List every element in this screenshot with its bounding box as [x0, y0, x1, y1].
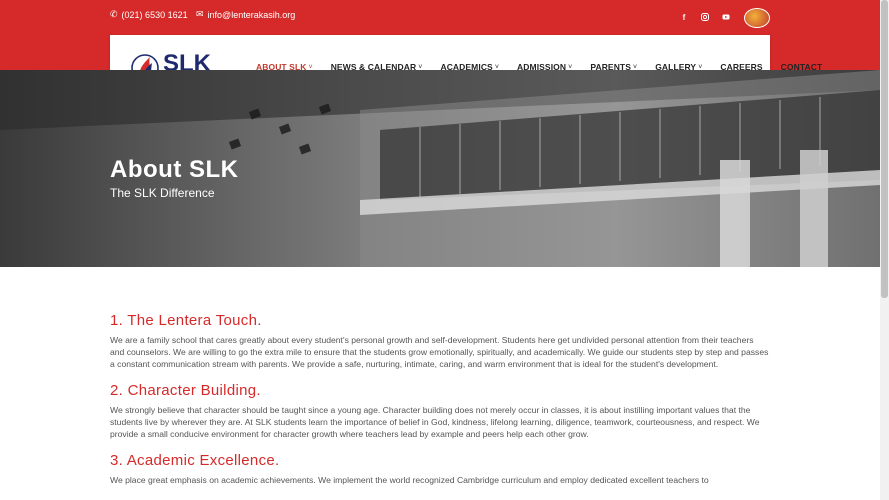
section-character-building: 2. Character Building. We strongly belie…: [110, 382, 770, 440]
section-heading: 3. Academic Excellence.: [110, 452, 280, 469]
page-title: About SLK: [110, 156, 239, 183]
section-heading: 1. The Lentera Touch.: [110, 312, 262, 329]
section-heading: 2. Character Building.: [110, 382, 261, 399]
phone-icon: ✆: [110, 9, 118, 19]
mascot-logo[interactable]: [744, 8, 770, 28]
section-body: We strongly believe that character shoul…: [110, 405, 760, 439]
instagram-icon[interactable]: [700, 12, 710, 22]
youtube-icon[interactable]: [721, 12, 731, 22]
scrollbar-thumb[interactable]: [881, 0, 888, 298]
section-body: We place great emphasis on academic achi…: [110, 475, 709, 485]
facebook-icon[interactable]: f: [679, 12, 689, 22]
email-address: info@lenterakasih.org: [207, 9, 296, 20]
hero-banner: About SLK The SLK Difference: [0, 70, 880, 267]
section-body: We are a family school that cares greatl…: [110, 335, 769, 369]
main-content: 1. The Lentera Touch. We are a family sc…: [110, 312, 770, 498]
phone-contact[interactable]: ✆ (021) 6530 1621: [110, 9, 188, 20]
email-contact[interactable]: ✉ info@lenterakasih.org: [196, 9, 295, 20]
section-academic-excellence: 3. Academic Excellence. We place great e…: [110, 452, 770, 486]
phone-number: (021) 6530 1621: [121, 9, 188, 20]
vertical-scrollbar[interactable]: [880, 0, 889, 500]
section-lentera-touch: 1. The Lentera Touch. We are a family sc…: [110, 312, 770, 370]
page-subtitle: The SLK Difference: [110, 186, 215, 200]
envelope-icon: ✉: [196, 9, 204, 19]
